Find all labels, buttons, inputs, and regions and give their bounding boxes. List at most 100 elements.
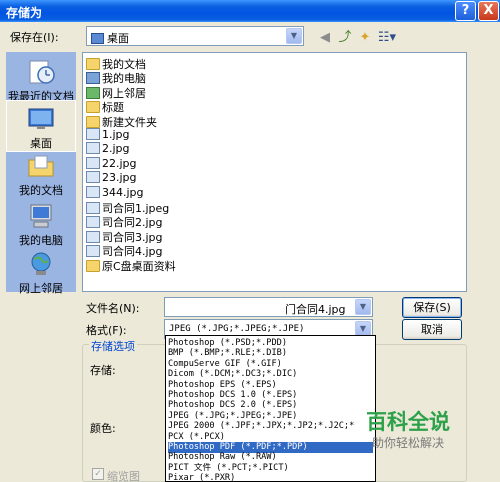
place-label: 网上邻居 — [19, 282, 63, 295]
image-file-icon — [86, 185, 100, 198]
file-name: 23.jpg — [102, 171, 137, 185]
watermark-logo: 百科全说 助你轻松解决 — [360, 406, 470, 456]
file-name: 标题 — [102, 101, 124, 115]
list-item[interactable]: 23.jpg — [86, 171, 137, 185]
list-item[interactable]: 22.jpg — [86, 156, 137, 171]
format-option[interactable]: BMP (*.BMP;*.RLE;*.DIB) — [168, 348, 373, 359]
savein-label: 保存在(I): — [10, 31, 59, 44]
filename-label: 文件名(N): — [86, 302, 140, 315]
file-name: 我的电脑 — [102, 72, 146, 86]
format-option[interactable]: Photoshop (*.PSD;*.PDD) — [168, 338, 373, 349]
format-option[interactable]: Photoshop PDF (*.PDF;*.PDP) — [168, 442, 373, 453]
format-option[interactable]: Photoshop EPS (*.EPS) — [168, 380, 373, 391]
list-item[interactable]: 2.jpg — [86, 142, 130, 156]
folder-icon — [86, 259, 100, 272]
cancel-button[interactable]: 取消 — [402, 319, 462, 340]
format-option[interactable]: JPEG 2000 (*.JPF;*.JPX;*.JP2;*.J2C;* — [168, 421, 373, 432]
chevron-down-icon[interactable]: ▼ — [355, 299, 371, 315]
save-button-label: 保存(S) — [413, 301, 451, 314]
file-name: 司合同1.jpeg — [102, 202, 170, 215]
up-folder-icon[interactable]: ⤴ — [336, 29, 354, 47]
help-button[interactable]: ? — [455, 1, 476, 21]
save-button[interactable]: 保存(S) — [402, 297, 462, 318]
list-item[interactable]: 我的文档 — [86, 56, 146, 71]
color-label: 颜色: — [90, 422, 116, 435]
file-name: 22.jpg — [102, 156, 137, 170]
format-option[interactable]: CompuServe GIF (*.GIF) — [168, 359, 373, 370]
list-item[interactable]: 司合同3.jpg — [86, 229, 163, 244]
folder-icon — [86, 115, 100, 128]
place-recent[interactable]: 我最近的文档 — [6, 54, 76, 106]
image-file-icon — [86, 171, 100, 184]
list-item[interactable]: 司合同4.jpg — [86, 243, 163, 258]
format-dropdown-list[interactable]: Photoshop (*.PSD;*.PDD) BMP (*.BMP;*.RLE;… — [165, 335, 376, 482]
chevron-down-icon[interactable]: ▼ — [286, 28, 302, 44]
image-file-icon — [86, 128, 100, 140]
list-item[interactable]: 新建文件夹 — [86, 114, 157, 129]
list-item[interactable]: 344.jpg — [86, 185, 144, 200]
list-item[interactable]: 司合同2.jpg — [86, 214, 163, 230]
file-name: 网上邻居 — [102, 86, 146, 100]
format-option[interactable]: Photoshop DCS 2.0 (*.EPS) — [168, 400, 373, 411]
list-item[interactable]: 司合同1.jpeg — [86, 200, 170, 215]
format-value: JPEG (*.JPG;*.JPEG;*.JPE) — [169, 324, 305, 334]
thumbnail-checkbox[interactable]: ✓ — [92, 468, 104, 480]
savein-value: 桌面 — [91, 30, 129, 46]
filename-input[interactable]: 门合同4.jpg ▼ — [164, 297, 373, 317]
desktop-icon — [28, 108, 54, 129]
network-icon — [86, 86, 100, 99]
file-name: 我的文档 — [102, 58, 146, 71]
place-desktop[interactable]: 桌面 — [6, 100, 76, 152]
file-name: 新建文件夹 — [102, 115, 157, 129]
list-item[interactable]: 标题 — [86, 99, 124, 115]
format-option[interactable]: Photoshop Raw (*.RAW) — [168, 452, 373, 463]
format-option[interactable]: Photoshop DCS 1.0 (*.EPS) — [168, 390, 373, 401]
folder-icon — [86, 58, 100, 70]
savein-combo[interactable]: 桌面 ▼ — [86, 26, 304, 46]
image-file-icon — [86, 230, 100, 243]
format-option[interactable]: Pixar (*.PXR) — [168, 473, 373, 481]
network-places-icon — [31, 252, 51, 275]
image-file-icon — [86, 202, 100, 214]
format-option[interactable]: PICT 文件 (*.PCT;*.PICT) — [168, 463, 373, 474]
my-documents-icon — [28, 155, 54, 177]
thumbnail-label: 缩览图 — [107, 470, 140, 482]
back-icon[interactable]: ◀ — [316, 29, 334, 47]
view-menu-icon[interactable]: ☷▾ — [376, 29, 398, 47]
format-label: 格式(F): — [86, 324, 127, 337]
my-computer-icon — [30, 204, 52, 228]
close-icon: X — [483, 3, 494, 18]
folder-icon — [86, 101, 100, 114]
place-network[interactable]: 网上邻居 — [6, 246, 76, 298]
file-name: 司合同3.jpg — [102, 230, 163, 244]
help-icon: ? — [461, 3, 470, 18]
desktop-small-icon — [91, 33, 104, 44]
list-item[interactable]: 1.jpg — [86, 128, 130, 142]
filename-value: 门合同4.jpg — [285, 303, 346, 316]
watermark-sub: 助你轻松解决 — [372, 436, 445, 450]
storage-options-label: 存储选项 — [89, 338, 137, 354]
place-my-documents[interactable]: 我的文档 — [6, 148, 76, 200]
recent-docs-icon — [29, 60, 55, 84]
file-name: 原C盘桌面资料 — [102, 259, 176, 273]
savein-text: 桌面 — [107, 32, 129, 45]
places-bar: 我最近的文档 桌面 我的文档 我的电脑 网上邻居 — [6, 52, 76, 295]
list-item[interactable]: 网上邻居 — [86, 85, 146, 100]
list-item[interactable]: 我的电脑 — [86, 70, 146, 86]
file-name: 司合同2.jpg — [102, 216, 163, 230]
image-file-icon — [86, 245, 100, 258]
watermark-main: 百科全说 — [366, 410, 450, 434]
new-folder-icon[interactable]: ✦ — [356, 29, 374, 47]
cancel-button-label: 取消 — [421, 323, 443, 336]
format-option[interactable]: PCX (*.PCX) — [168, 432, 373, 443]
file-list[interactable]: 我的文档 我的电脑 网上邻居 标题 新建文件夹 1.jpg 2.jpg 22.jpg 23.jp… — [82, 52, 467, 292]
title-bar: 存储为 ? X — [0, 0, 500, 22]
format-option[interactable]: JPEG (*.JPG;*.JPEG;*.JPE) — [168, 411, 373, 422]
close-button[interactable]: X — [478, 1, 499, 21]
image-file-icon — [86, 142, 100, 155]
file-name: 1.jpg — [102, 128, 130, 141]
list-item[interactable]: 原C盘桌面资料 — [86, 258, 176, 273]
file-name: 344.jpg — [102, 185, 144, 199]
format-option[interactable]: Dicom (*.DCM;*.DC3;*.DIC) — [168, 369, 373, 380]
place-my-computer[interactable]: 我的电脑 — [6, 198, 76, 250]
